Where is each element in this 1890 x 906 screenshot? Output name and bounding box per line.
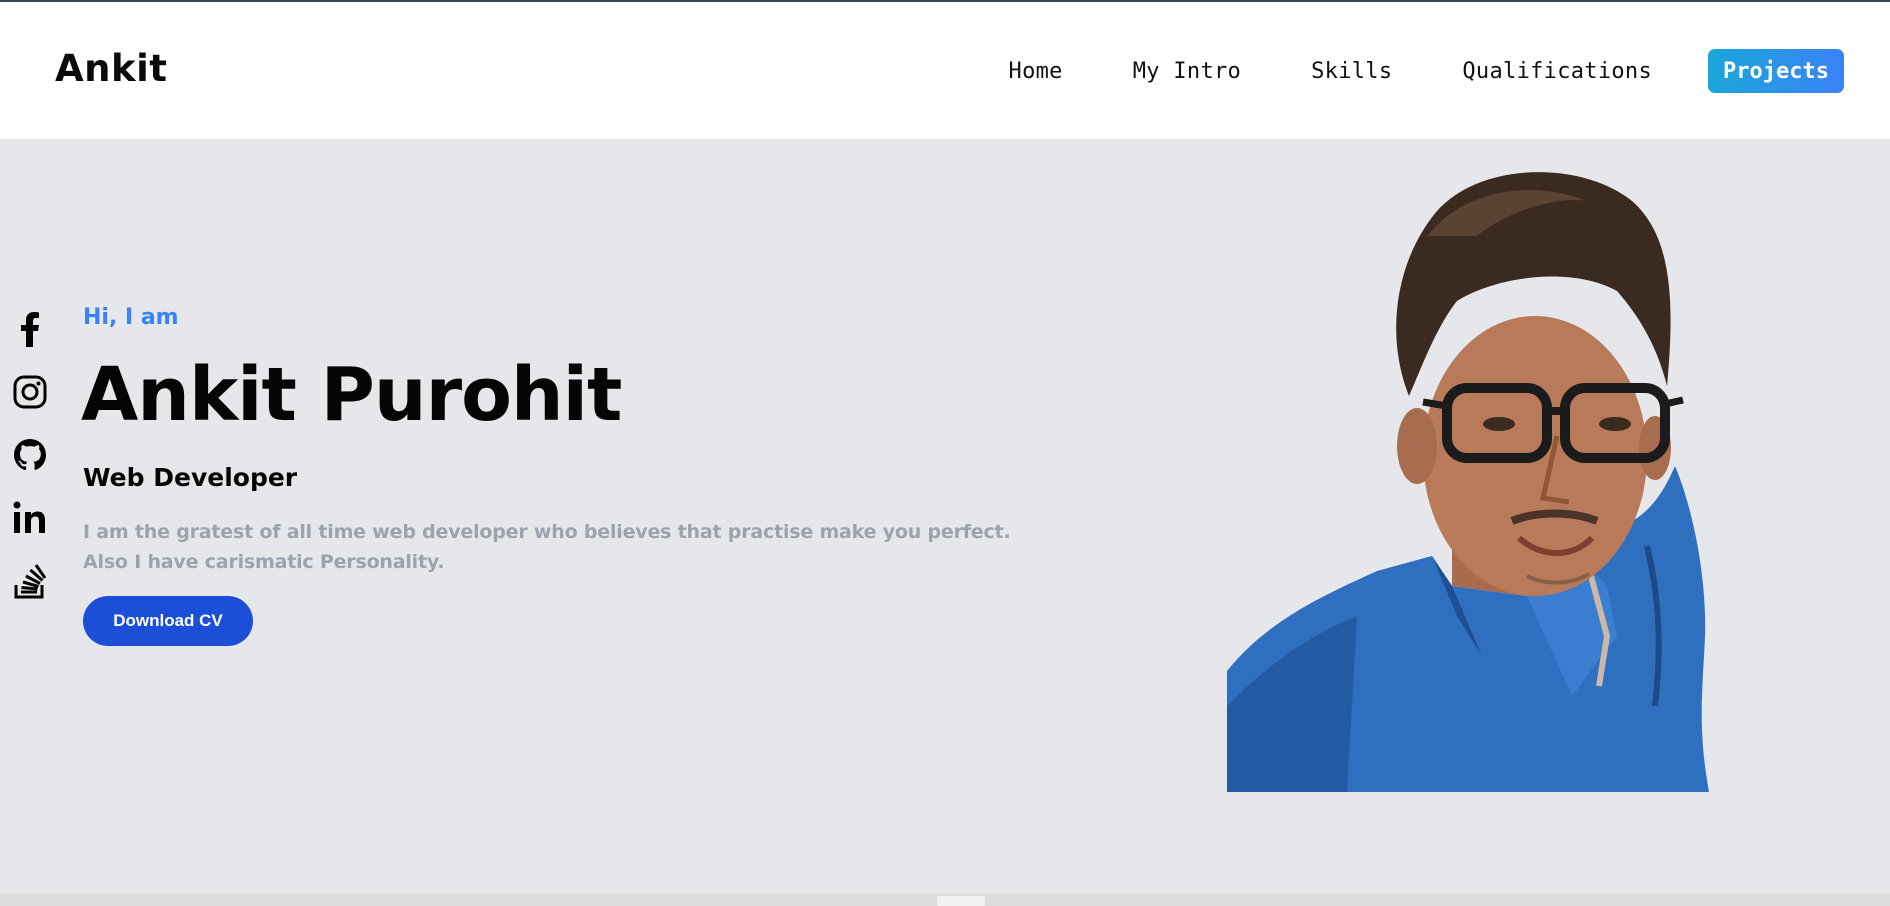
brand-logo[interactable]: Ankit [55,47,167,90]
main-nav: Home My Intro Skills Qualifications Proj… [1009,49,1844,93]
facebook-icon[interactable] [12,311,48,347]
site-header: Ankit Home My Intro Skills Qualification… [0,2,1890,139]
hero-description: I am the gratest of all time web develop… [83,517,1083,577]
hero-role: Web Developer [83,463,298,492]
nav-qualifications[interactable]: Qualifications [1462,59,1652,84]
description-line-1: I am the gratest of all time web develop… [83,521,1011,543]
linkedin-icon[interactable] [12,500,48,536]
nav-my-intro[interactable]: My Intro [1133,59,1241,84]
greeting-text: Hi, I am [83,305,179,330]
stackoverflow-icon[interactable] [12,563,48,599]
nav-skills[interactable]: Skills [1311,59,1392,84]
download-cv-button[interactable]: Download CV [83,596,253,646]
hero-name: Ankit Purohit [81,352,622,438]
profile-photo [1227,172,1709,792]
instagram-icon[interactable] [12,374,48,410]
github-icon[interactable] [12,437,48,473]
scrollbar-thumb[interactable] [937,896,985,906]
description-line-2: Also I have carismatic Personality. [83,551,445,573]
horizontal-scrollbar[interactable] [0,893,1890,906]
projects-button[interactable]: Projects [1708,49,1844,93]
social-links [12,311,48,626]
nav-home[interactable]: Home [1009,59,1063,84]
